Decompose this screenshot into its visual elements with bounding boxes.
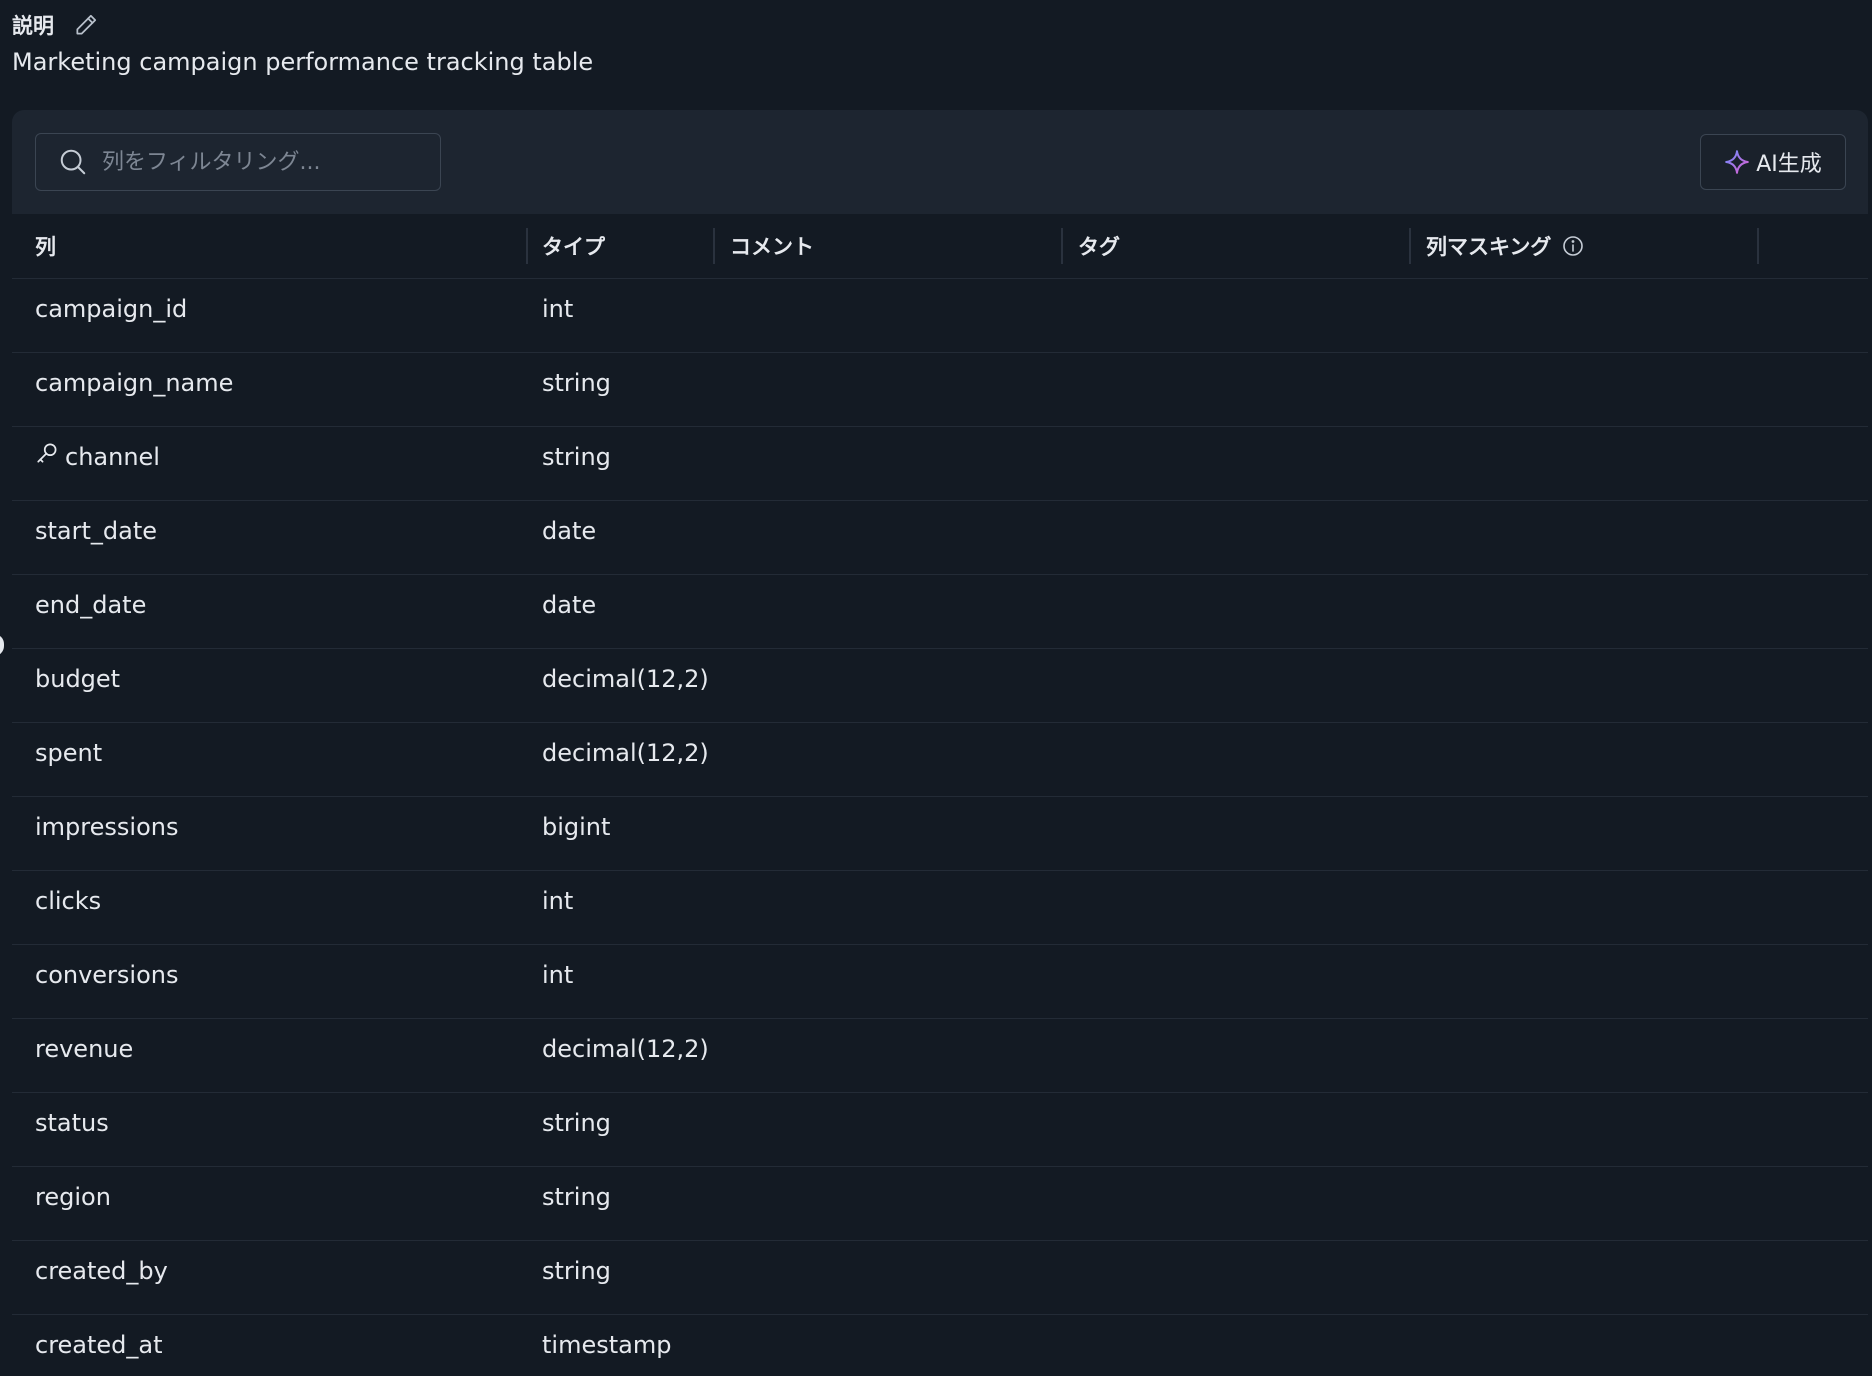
column-name: campaign_name	[35, 369, 234, 397]
columns-panel: AI生成 列 タイプ コメント タグ 列マスキング	[12, 110, 1868, 1376]
table-row[interactable]: spent decimal(12,2)	[12, 723, 1868, 797]
column-type: int	[542, 961, 574, 989]
column-name: campaign_id	[35, 295, 188, 323]
table-row[interactable]: impressions bigint	[12, 797, 1868, 871]
column-type: date	[542, 517, 597, 545]
table-row[interactable]: campaign_name string	[12, 353, 1868, 427]
table-body: campaign_id int campaign_name string cha…	[12, 279, 1868, 1376]
column-filter-input[interactable]	[100, 148, 440, 176]
table-row[interactable]: created_by string	[12, 1241, 1868, 1315]
column-type: decimal(12,2)	[542, 739, 709, 767]
column-name: status	[35, 1109, 109, 1137]
sparkle-icon	[1724, 149, 1750, 175]
column-resize-handle[interactable]	[526, 228, 528, 264]
column-type: string	[542, 443, 611, 471]
description-text: Marketing campaign performance tracking …	[12, 48, 594, 76]
column-name: start_date	[35, 517, 158, 545]
table-row[interactable]: channel string	[12, 427, 1868, 501]
table-row[interactable]: region string	[12, 1167, 1868, 1241]
column-type: string	[542, 1257, 611, 1285]
header-type[interactable]: タイプ	[542, 214, 605, 278]
column-resize-handle[interactable]	[1061, 228, 1063, 264]
column-type: int	[542, 295, 574, 323]
column-name: clicks	[35, 887, 102, 915]
column-name: spent	[35, 739, 103, 767]
info-icon[interactable]	[1561, 234, 1585, 258]
header-masking[interactable]: 列マスキング	[1426, 214, 1585, 278]
column-type: string	[542, 1183, 611, 1211]
column-type: string	[542, 369, 611, 397]
header-comment[interactable]: コメント	[730, 214, 814, 278]
header-tags[interactable]: タグ	[1078, 214, 1120, 278]
description-label: 説明	[12, 14, 54, 38]
column-name: channel	[65, 443, 160, 471]
header-masking-label: 列マスキング	[1426, 235, 1552, 259]
column-resize-handle[interactable]	[1757, 228, 1759, 264]
table-row[interactable]: clicks int	[12, 871, 1868, 945]
column-type: int	[542, 887, 574, 915]
column-name: created_by	[35, 1257, 168, 1285]
columns-toolbar: AI生成	[12, 110, 1868, 214]
column-type: bigint	[542, 813, 611, 841]
column-name: impressions	[35, 813, 179, 841]
left-edge-handle	[0, 634, 4, 656]
column-type: decimal(12,2)	[542, 665, 709, 693]
column-filter-box[interactable]	[35, 133, 441, 191]
column-type: date	[542, 591, 597, 619]
column-type: decimal(12,2)	[542, 1035, 709, 1063]
table-row[interactable]: revenue decimal(12,2)	[12, 1019, 1868, 1093]
column-resize-handle[interactable]	[713, 228, 715, 264]
column-resize-handle[interactable]	[1409, 228, 1411, 264]
key-icon	[35, 440, 61, 466]
pencil-icon[interactable]	[72, 11, 100, 39]
header-column[interactable]: 列	[35, 214, 56, 278]
table-row[interactable]: status string	[12, 1093, 1868, 1167]
search-icon	[58, 147, 88, 177]
table-row[interactable]: start_date date	[12, 501, 1868, 575]
column-name: revenue	[35, 1035, 134, 1063]
column-name: region	[35, 1183, 111, 1211]
ai-generate-button[interactable]: AI生成	[1700, 134, 1846, 190]
table-row[interactable]: end_date date	[12, 575, 1868, 649]
column-name: budget	[35, 665, 121, 693]
column-name-cell: channel	[35, 427, 160, 487]
ai-generate-label: AI生成	[1756, 152, 1822, 177]
table-row[interactable]: conversions int	[12, 945, 1868, 1019]
table-row[interactable]: budget decimal(12,2)	[12, 649, 1868, 723]
table-row[interactable]: campaign_id int	[12, 279, 1868, 353]
column-name: conversions	[35, 961, 179, 989]
column-name: created_at	[35, 1331, 163, 1359]
column-name: end_date	[35, 591, 147, 619]
table-row[interactable]: created_at timestamp	[12, 1315, 1868, 1376]
column-type: timestamp	[542, 1331, 672, 1359]
schema-page: 説明 Marketing campaign performance tracki…	[0, 0, 1872, 1376]
table-header: 列 タイプ コメント タグ 列マスキング	[12, 214, 1868, 279]
description-header: 説明	[12, 8, 100, 42]
column-type: string	[542, 1109, 611, 1137]
